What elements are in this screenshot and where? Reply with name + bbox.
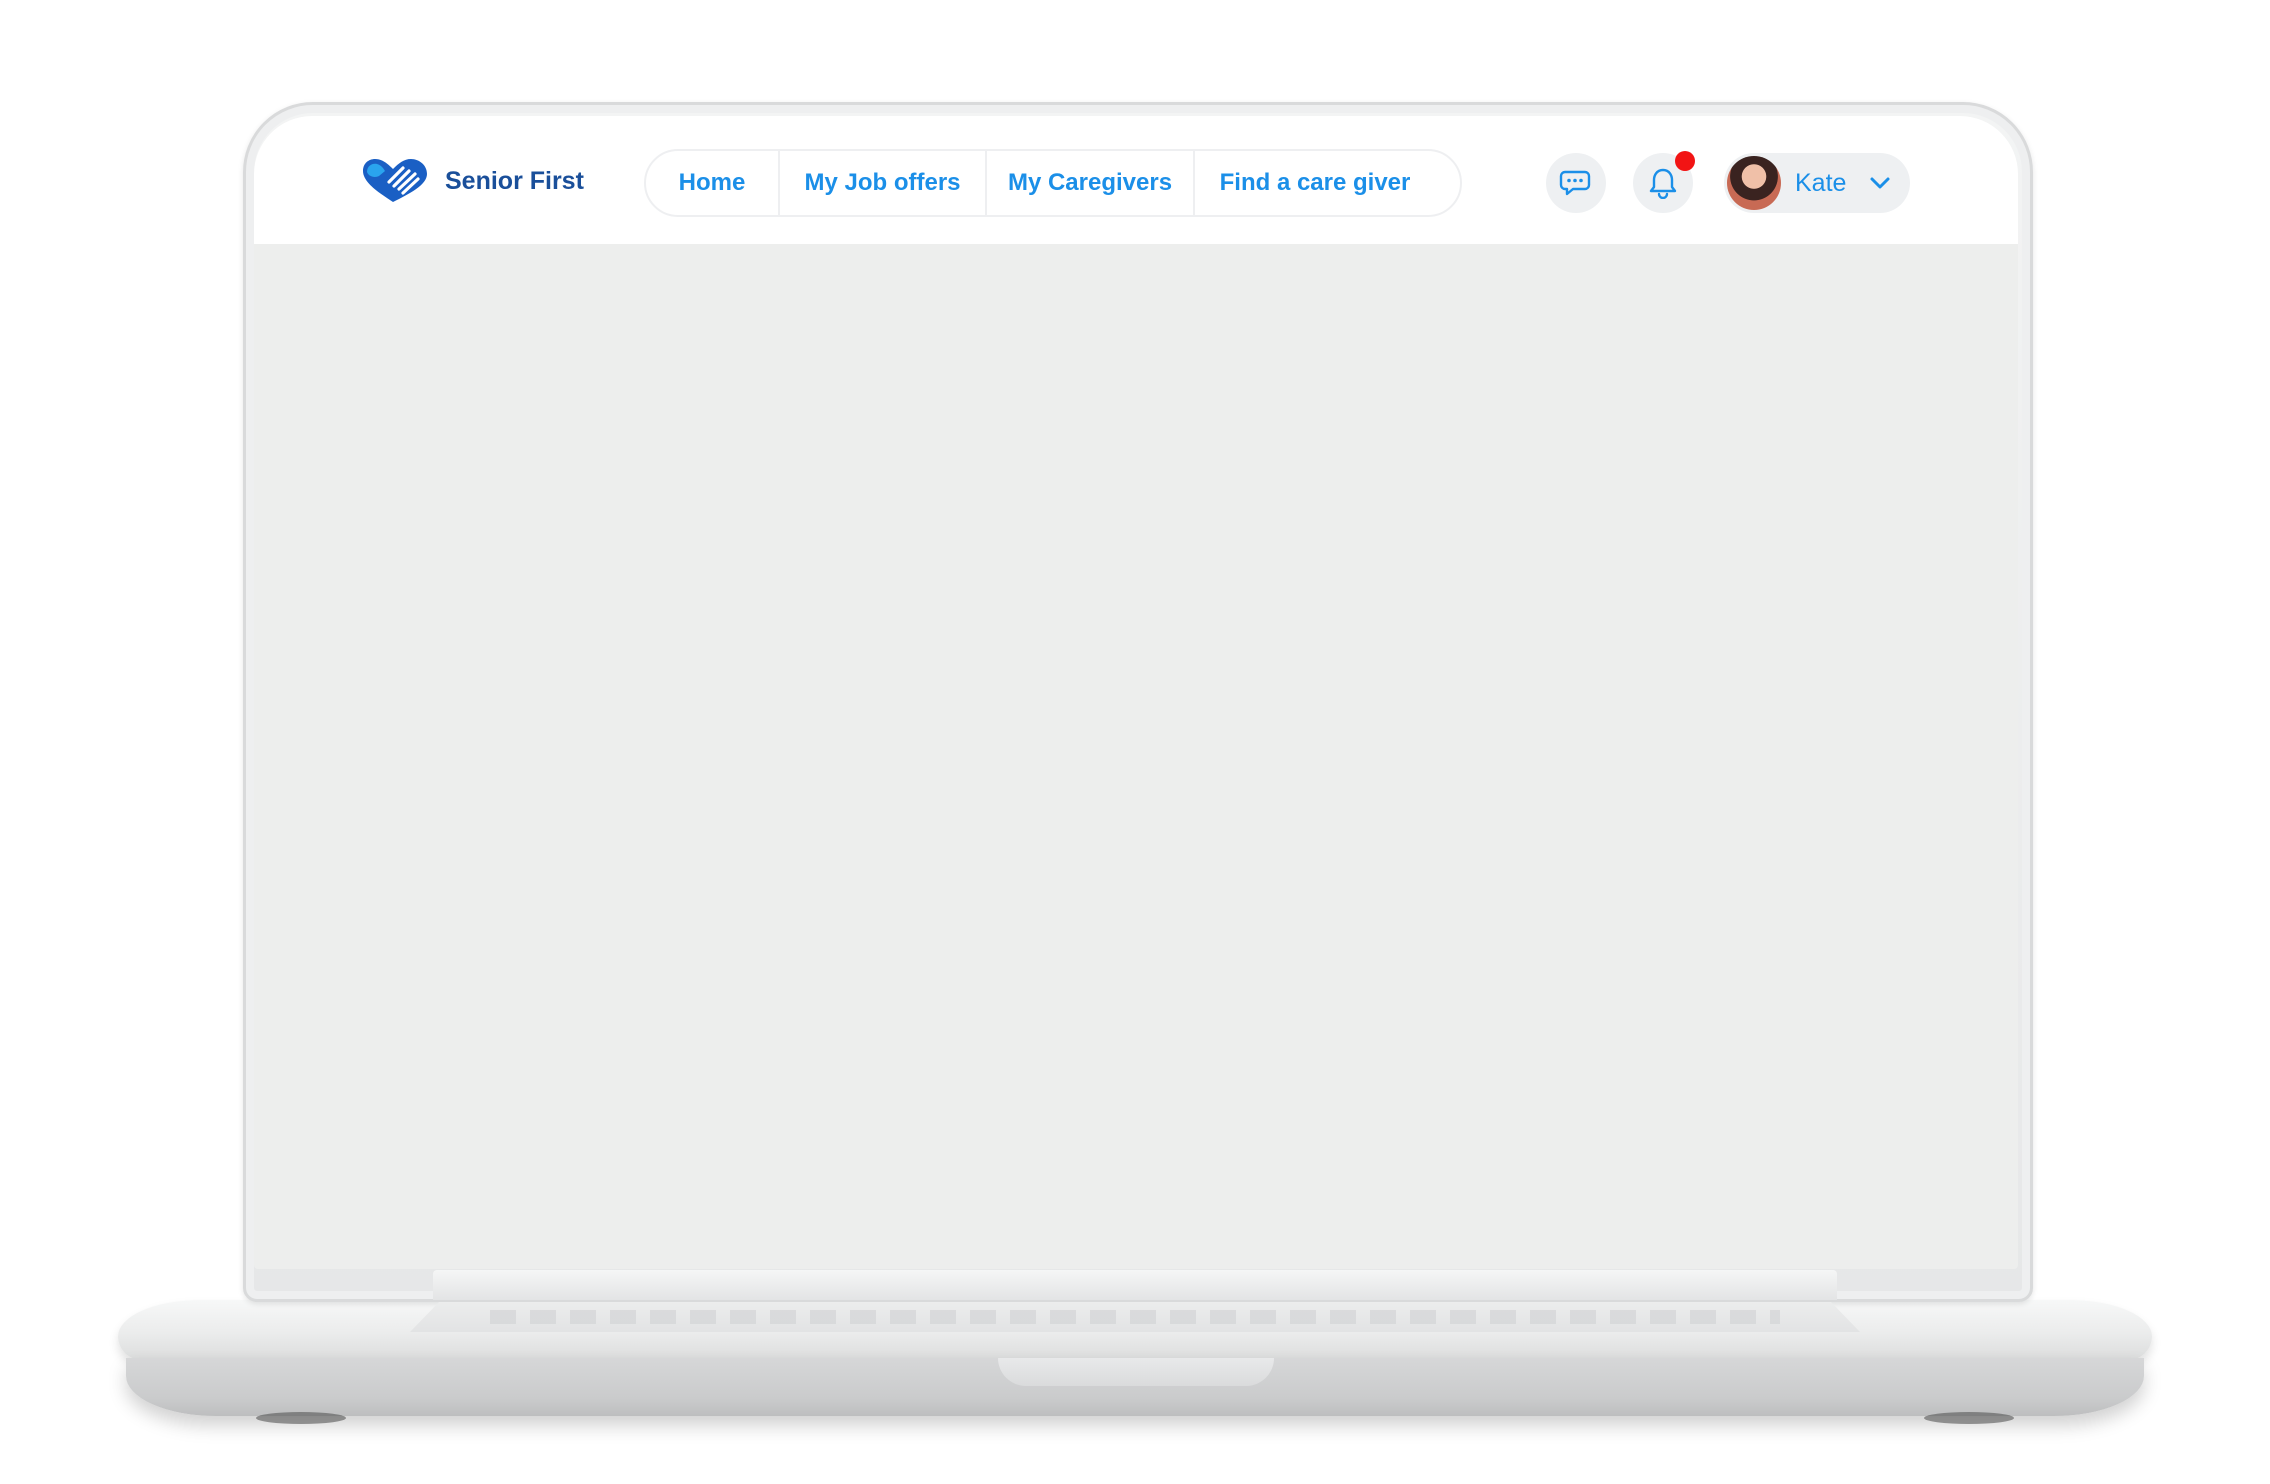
nav-home[interactable]: Home	[646, 151, 778, 215]
avatar	[1727, 156, 1781, 210]
nav-find-care-giver[interactable]: Find a care giver	[1195, 151, 1435, 215]
keyboard-keys	[490, 1310, 1780, 1324]
laptop-mockup: Senior First Home My Job offers My Careg…	[0, 0, 2270, 1484]
main-nav: Home My Job offers My Caregivers Find a …	[644, 149, 1462, 217]
notification-badge	[1675, 151, 1695, 171]
messages-button[interactable]	[1546, 153, 1606, 213]
nav-my-job-offers[interactable]: My Job offers	[780, 151, 985, 215]
brand-name: Senior First	[445, 166, 584, 195]
nav-my-caregivers[interactable]: My Caregivers	[987, 151, 1193, 215]
user-name: Kate	[1795, 168, 1847, 197]
chevron-down-icon	[1868, 170, 1894, 196]
laptop-foot-left	[256, 1412, 346, 1424]
laptop-thumb-notch	[998, 1358, 1274, 1386]
heart-hands-logo-icon	[363, 159, 427, 202]
brand[interactable]: Senior First	[359, 156, 584, 206]
notifications-button[interactable]	[1633, 151, 1695, 213]
top-navbar: Senior First Home My Job offers My Careg…	[254, 116, 2018, 244]
chat-bubbles-icon	[1559, 170, 1591, 196]
laptop-foot-right	[1924, 1412, 2014, 1424]
user-menu-button[interactable]: Kate	[1724, 153, 1910, 213]
laptop-keyboard	[410, 1302, 1860, 1332]
laptop-hinge	[433, 1270, 1837, 1300]
bell-icon	[1649, 168, 1677, 199]
app-screen: Senior First Home My Job offers My Careg…	[254, 116, 2018, 1269]
